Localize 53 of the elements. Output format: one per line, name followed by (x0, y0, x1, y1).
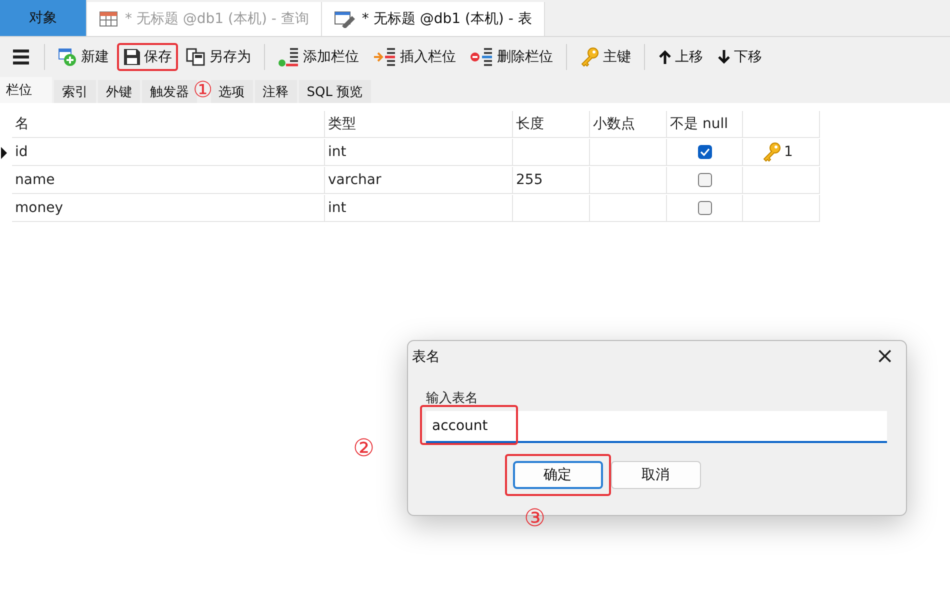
toolbar-button[interactable]: 添加栏位 (272, 42, 365, 72)
toolbar-button[interactable]: 主键 (574, 42, 637, 72)
table-cell: int (325, 195, 513, 222)
not-null-checkbox[interactable] (698, 173, 712, 187)
not-null-checkbox[interactable] (698, 145, 712, 159)
dialog-button[interactable]: 确定 (512, 461, 602, 489)
toolbar-button[interactable]: 上移 (652, 43, 709, 71)
field-label: 输入表名 (426, 390, 479, 407)
delete-column-icon (470, 47, 494, 67)
table-cell: 255 (513, 167, 590, 194)
toolbar-button[interactable]: 删除栏位 (464, 42, 559, 72)
column-header: 长度 (513, 111, 590, 138)
editor-tab[interactable]: 外键 (98, 80, 140, 103)
dialog-button[interactable]: 取消 (610, 461, 700, 489)
key-icon (580, 47, 600, 67)
step-number: ③ (524, 506, 546, 530)
editor-tab[interactable]: SQL 预览 (298, 80, 371, 103)
column-header: 不是 null (667, 111, 743, 138)
table-edit-icon (334, 10, 356, 28)
add-column-icon (278, 47, 300, 67)
menu-icon (12, 49, 30, 65)
table-grid-icon (99, 10, 119, 28)
toolbar-button[interactable]: 下移 (711, 43, 768, 71)
editor-tab[interactable]: 选项 (210, 80, 253, 103)
step-number: ② (353, 436, 375, 460)
toolbar-button[interactable]: 插入栏位 (367, 42, 462, 72)
key-order: 1 (784, 144, 793, 160)
arrow-down-icon (717, 49, 731, 65)
not-null-checkbox[interactable] (698, 201, 712, 215)
key-icon (762, 142, 782, 162)
table-cell: id (12, 139, 325, 166)
toolbar-button[interactable]: 新建 (52, 43, 115, 71)
table-cell: int (325, 139, 513, 166)
column-header: 名 (12, 111, 325, 138)
editor-tab[interactable]: 注释 (254, 80, 297, 103)
table-name-field[interactable]: account (426, 411, 887, 443)
table-cell: varchar (325, 167, 513, 194)
dialog-title: 表名 (412, 348, 440, 366)
toolbar-button[interactable]: 另存为 (180, 43, 257, 71)
close-button[interactable]: × (876, 346, 894, 368)
copy-icon (186, 48, 206, 66)
editor-tab[interactable]: 栏位 (0, 77, 52, 103)
editor-tab[interactable]: 索引 (54, 80, 96, 103)
document-tab[interactable]: * 无标题 @db1 (本机) - 表 (322, 2, 545, 36)
column-header: 小数点 (590, 111, 667, 138)
arrow-up-icon (658, 49, 672, 65)
table-cell: name (12, 167, 325, 194)
document-tab[interactable]: 对象 (0, 0, 87, 36)
table-cell: money (12, 195, 325, 222)
toolbar-button[interactable]: 保存 (117, 43, 178, 71)
column-header: 类型 (325, 111, 513, 138)
insert-column-icon (373, 47, 397, 67)
add-table-icon (58, 48, 78, 66)
